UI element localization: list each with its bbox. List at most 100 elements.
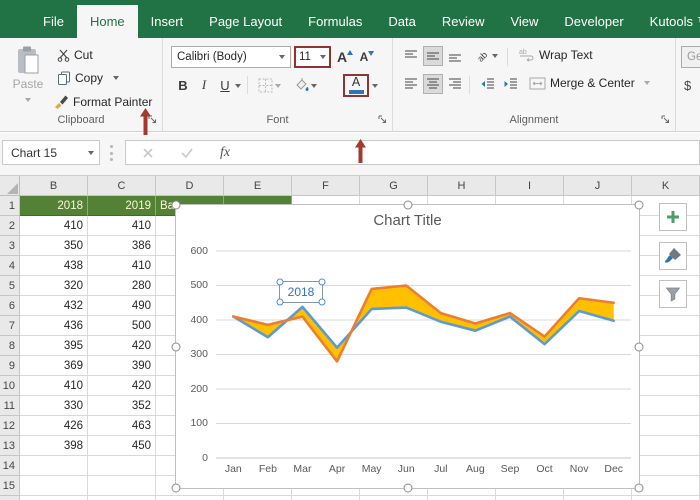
cell-B2[interactable]: 410 xyxy=(20,216,88,236)
cell-C6[interactable]: 490 xyxy=(88,296,156,316)
cell-K13[interactable] xyxy=(632,436,700,456)
x-axis-label[interactable]: Nov xyxy=(562,463,596,475)
font-dialog-launcher[interactable] xyxy=(377,114,388,125)
chart-selection-handle[interactable] xyxy=(635,201,644,210)
chart-filters-button[interactable] xyxy=(659,280,687,308)
chart-area[interactable]: Chart Title 6005004003002001000 JanFebMa… xyxy=(175,204,640,489)
row-header-14[interactable]: 14 xyxy=(0,456,20,476)
row-header-12[interactable]: 12 xyxy=(0,416,20,436)
cell-C3[interactable]: 386 xyxy=(88,236,156,256)
shrink-font-button[interactable]: A xyxy=(357,47,377,67)
y-axis-label[interactable]: 100 xyxy=(178,417,208,429)
cell-G16[interactable] xyxy=(360,496,428,500)
merge-center-button[interactable]: Merge & Center xyxy=(529,76,650,90)
grow-font-button[interactable]: A xyxy=(335,47,355,67)
cell-C1[interactable]: 2019 xyxy=(88,196,156,216)
x-axis-label[interactable]: Oct xyxy=(528,463,562,475)
increase-indent-button[interactable] xyxy=(500,74,520,94)
align-bottom-button[interactable] xyxy=(445,46,465,66)
insert-function-icon[interactable]: fx xyxy=(220,145,230,161)
col-header-J[interactable]: J xyxy=(564,176,632,196)
col-header-E[interactable]: E xyxy=(224,176,292,196)
currency-format-button[interactable]: $ xyxy=(684,78,691,93)
x-axis-label[interactable]: May xyxy=(355,463,389,475)
enter-icon[interactable] xyxy=(180,147,194,159)
tab-insert[interactable]: Insert xyxy=(138,5,197,38)
cell-C9[interactable]: 390 xyxy=(88,356,156,376)
tab-developer[interactable]: Developer xyxy=(551,5,636,38)
row-header-5[interactable]: 5 xyxy=(0,276,20,296)
row-header-10[interactable]: 10 xyxy=(0,376,20,396)
y-axis-label[interactable]: 300 xyxy=(178,348,208,360)
row-header-4[interactable]: 4 xyxy=(0,256,20,276)
cell-B12[interactable]: 426 xyxy=(20,416,88,436)
formula-bar-resize-handle[interactable] xyxy=(110,145,113,161)
tab-review[interactable]: Review xyxy=(429,5,498,38)
cell-K16[interactable] xyxy=(632,496,700,500)
y-axis-label[interactable]: 500 xyxy=(178,279,208,291)
col-header-G[interactable]: G xyxy=(360,176,428,196)
cell-F16[interactable] xyxy=(292,496,360,500)
tab-data[interactable]: Data xyxy=(375,5,428,38)
chart-styles-button[interactable] xyxy=(659,242,687,270)
italic-button[interactable]: I xyxy=(194,75,214,95)
row-header-16[interactable]: 16 xyxy=(0,496,20,500)
cell-B1[interactable]: 2018 xyxy=(20,196,88,216)
col-header-C[interactable]: C xyxy=(88,176,156,196)
align-center-button[interactable] xyxy=(423,74,443,94)
col-header-H[interactable]: H xyxy=(428,176,496,196)
cell-C7[interactable]: 500 xyxy=(88,316,156,336)
tab-file[interactable]: File xyxy=(30,5,77,38)
x-axis-label[interactable]: Mar xyxy=(285,463,319,475)
cut-button[interactable]: Cut xyxy=(57,48,93,62)
row-header-2[interactable]: 2 xyxy=(0,216,20,236)
select-all-corner[interactable] xyxy=(0,176,20,196)
y-axis-label[interactable]: 400 xyxy=(178,314,208,326)
cell-B8[interactable]: 395 xyxy=(20,336,88,356)
y-axis-label[interactable]: 600 xyxy=(178,245,208,257)
chart-selection-handle[interactable] xyxy=(403,484,412,493)
alignment-dialog-launcher[interactable] xyxy=(660,114,671,125)
align-top-button[interactable] xyxy=(401,46,421,66)
cell-C5[interactable]: 280 xyxy=(88,276,156,296)
cell-B13[interactable]: 398 xyxy=(20,436,88,456)
copy-button[interactable]: Copy xyxy=(57,71,119,85)
textbox-handle[interactable] xyxy=(319,279,326,286)
y-axis-label[interactable]: 0 xyxy=(178,452,208,464)
align-left-button[interactable] xyxy=(401,74,421,94)
cell-C10[interactable]: 420 xyxy=(88,376,156,396)
x-axis-label[interactable]: Jul xyxy=(424,463,458,475)
col-header-B[interactable]: B xyxy=(20,176,88,196)
align-middle-button[interactable] xyxy=(423,46,443,66)
paste-button[interactable]: Paste xyxy=(8,46,48,105)
series-label-textbox[interactable]: 2018 xyxy=(279,281,323,303)
cell-J16[interactable] xyxy=(564,496,632,500)
chart-selection-handle[interactable] xyxy=(172,342,181,351)
cell-K10[interactable] xyxy=(632,376,700,396)
tab-page-layout[interactable]: Page Layout xyxy=(196,5,295,38)
x-axis-label[interactable]: Apr xyxy=(320,463,354,475)
wrap-text-button[interactable]: ab Wrap Text xyxy=(519,48,593,62)
cell-C11[interactable]: 352 xyxy=(88,396,156,416)
borders-button[interactable] xyxy=(255,75,275,95)
chart-selection-handle[interactable] xyxy=(403,201,412,210)
row-header-7[interactable]: 7 xyxy=(0,316,20,336)
cell-E16[interactable] xyxy=(224,496,292,500)
col-header-F[interactable]: F xyxy=(292,176,360,196)
cell-D16[interactable] xyxy=(156,496,224,500)
cell-K7[interactable] xyxy=(632,316,700,336)
cell-C4[interactable]: 410 xyxy=(88,256,156,276)
font-size-combo[interactable]: 11 xyxy=(294,46,331,68)
tab-kutools[interactable]: Kutools ™ xyxy=(637,5,700,38)
col-header-D[interactable]: D xyxy=(156,176,224,196)
underline-button[interactable]: U xyxy=(215,75,235,95)
cell-K14[interactable] xyxy=(632,456,700,476)
cell-B6[interactable]: 432 xyxy=(20,296,88,316)
cell-K12[interactable] xyxy=(632,416,700,436)
cell-B10[interactable]: 410 xyxy=(20,376,88,396)
align-right-button[interactable] xyxy=(445,74,465,94)
bold-button[interactable]: B xyxy=(173,75,193,95)
x-axis-label[interactable]: Jun xyxy=(389,463,423,475)
tab-view[interactable]: View xyxy=(497,5,551,38)
cell-C12[interactable]: 463 xyxy=(88,416,156,436)
